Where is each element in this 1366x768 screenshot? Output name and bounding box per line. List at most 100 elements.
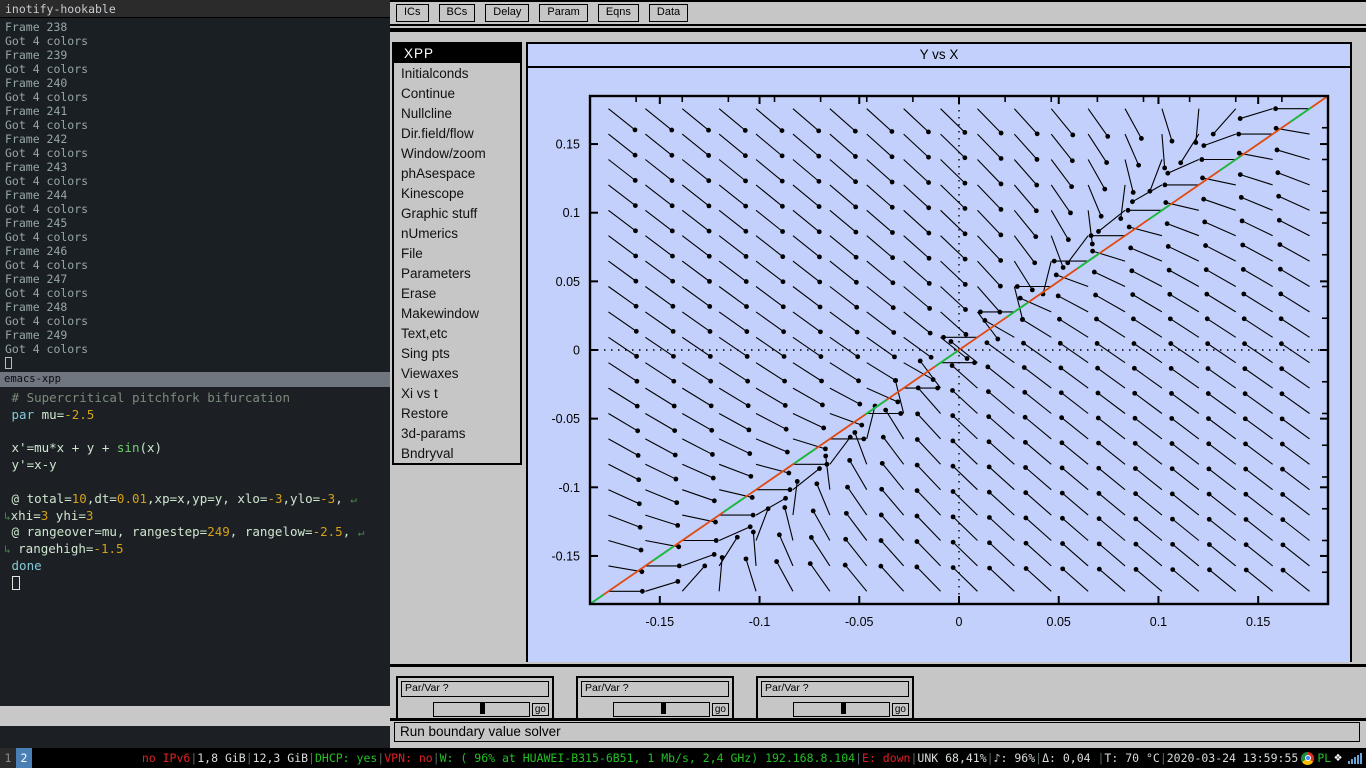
code-line: @ total=10,dt=0.01,xp=x,yp=y, xlo=-3,ylo… <box>11 490 357 506</box>
toolbar-button-bcs[interactable]: BCs <box>438 4 476 22</box>
status-item: E: down <box>862 751 911 765</box>
y-tick-label: -0.15 <box>552 549 581 563</box>
slider-go-button-3[interactable]: go <box>891 703 909 716</box>
slider-go-button-1[interactable]: go <box>531 703 549 716</box>
terminal-line: Frame 248 <box>5 300 68 314</box>
menu-item-xi-vs-t[interactable]: Xi vs t <box>394 383 520 403</box>
workspace-list[interactable]: 12 <box>0 748 32 768</box>
slider-track-3[interactable] <box>793 702 890 717</box>
menu-item-continue[interactable]: Continue <box>394 83 520 103</box>
signal-icon[interactable] <box>1348 752 1362 764</box>
status-separator: | <box>986 751 994 765</box>
menu-item-dir-field-flow[interactable]: Dir.field/flow <box>394 123 520 143</box>
menu-item-text-etc[interactable]: Text,etc <box>394 323 520 343</box>
xpp-window: ICs BCs Delay Param Eqns Data XPP Initialcond… <box>390 0 1366 748</box>
desktop-root: inotify-hookable Frame 238 Got 4 colors Fr… <box>0 0 1366 768</box>
menu-item-nullcline[interactable]: Nullcline <box>394 103 520 123</box>
menu-item-kinescope[interactable]: Kinescope <box>394 183 520 203</box>
status-separator: | <box>308 751 315 765</box>
y-tick-label: 0.05 <box>556 275 580 289</box>
code-line: x'=mu*x + y + sin(x) <box>11 440 163 456</box>
par-var-slider-2[interactable]: Par/Var ? go <box>576 676 734 720</box>
slider-thumb-2[interactable] <box>661 703 667 714</box>
slider-track-1[interactable] <box>433 702 530 717</box>
status-item: VPN: no <box>384 751 433 765</box>
terminal-line: Frame 247 <box>5 272 68 286</box>
terminal-window[interactable]: inotify-hookable Frame 238 Got 4 colors Fr… <box>0 0 390 372</box>
status-item: 1,8 GiB <box>197 751 246 765</box>
terminal-line: Frame 238 <box>5 20 68 34</box>
terminal-line: Got 4 colors <box>5 286 89 300</box>
menu-item-numerics[interactable]: nUmerics <box>394 223 520 243</box>
plot-background <box>528 68 1350 662</box>
menu-item-window-zoom[interactable]: Window/zoom <box>394 143 520 163</box>
plot-canvas[interactable]: -0.15 -0.1 -0.05 0 0.05 0.1 0.15 -0.15 -0.1 -0.05… <box>528 68 1350 662</box>
status-separator: | <box>245 751 253 765</box>
menu-item-list: Initialconds Continue Nullcline Dir.field/f… <box>394 63 520 463</box>
dropbox-icon[interactable]: ❖ <box>1334 748 1342 768</box>
par-var-input-2[interactable]: Par/Var ? <box>581 681 729 697</box>
par-var-slider-1[interactable]: Par/Var ? go <box>396 676 554 720</box>
terminal-line: Got 4 colors <box>5 62 89 76</box>
terminal-line: Got 4 colors <box>5 230 89 244</box>
menu-item-file[interactable]: File <box>394 243 520 263</box>
slider-thumb-1[interactable] <box>479 703 485 714</box>
code-line: y'=x-y <box>11 457 57 473</box>
toolbar-button-ics[interactable]: ICs <box>396 4 429 22</box>
emacs-buffer[interactable]: # Supercritical pitchfork bifurcation pa… <box>0 387 390 592</box>
status-item: Δ: 0,04 <box>1042 751 1098 765</box>
emacs-window[interactable]: emacs-xpp # Supercritical pitchfork bifu… <box>0 372 390 748</box>
menu-item-makewindow[interactable]: Makewindow <box>394 303 520 323</box>
code-line: ↳xhi=3 yhi=3 <box>4 507 94 523</box>
menu-item-erase[interactable]: Erase <box>394 283 520 303</box>
workspace-1[interactable]: 1 <box>0 748 16 768</box>
plot-svg[interactable]: -0.15 -0.1 -0.05 0 0.05 0.1 0.15 -0.15 -0.1 -0.05… <box>528 68 1350 662</box>
menu-item-bndryval[interactable]: Bndryval <box>394 443 520 463</box>
toolbar-button-eqns[interactable]: Eqns <box>597 4 639 22</box>
chrome-icon[interactable] <box>1301 751 1315 765</box>
workspace-2[interactable]: 2 <box>16 748 32 768</box>
par-var-input-1[interactable]: Par/Var ? <box>401 681 549 697</box>
x-tick-label: -0.05 <box>845 615 874 629</box>
code-line: done <box>11 557 42 573</box>
toolbar-button-delay[interactable]: Delay <box>485 4 530 22</box>
terminal-line: Got 4 colors <box>5 34 89 48</box>
status-separator: | <box>190 751 198 765</box>
par-var-slider-3[interactable]: Par/Var ? go <box>756 676 914 720</box>
plot-panel[interactable]: Y vs X -0.15 -0.1 -0.05 0 0.05 0.1 0.15 -0.15 -0… <box>526 42 1352 662</box>
terminal-line: Got 4 colors <box>5 146 89 160</box>
menu-item-phasespace[interactable]: phAsespace <box>394 163 520 183</box>
slider-track-2[interactable] <box>613 702 710 717</box>
toolbar-divider-2 <box>390 28 1366 32</box>
menu-item-viewaxes[interactable]: Viewaxes <box>394 363 520 383</box>
terminal-line: Got 4 colors <box>5 90 89 104</box>
status-item: 2020-03-24 13:59:55 <box>1166 751 1299 765</box>
menu-item-initialconds[interactable]: Initialconds <box>394 63 520 83</box>
slider-thumb-3[interactable] <box>841 703 847 714</box>
menu-item-restore[interactable]: Restore <box>394 403 520 423</box>
toolbar-button-param[interactable]: Param <box>539 4 588 22</box>
par-var-input-3[interactable]: Par/Var ? <box>761 681 909 697</box>
x-tick-label: 0.1 <box>1150 615 1167 629</box>
slider-row-2: go <box>581 702 729 717</box>
emacs-cursor <box>4 575 390 592</box>
system-status-bar: 12 no IPv6 | 1,8 GiB | 12,3 GiB | DHCP: yes | VP… <box>0 748 1366 768</box>
x-tick-label: 0.05 <box>1047 615 1071 629</box>
keyboard-layout-indicator[interactable]: PL <box>1317 748 1331 768</box>
menu-item-sing-pts[interactable]: Sing pts <box>394 343 520 363</box>
emacs-modeline: U:--- dynsys2d.ode Bot L883 Git:master (… <box>0 706 390 726</box>
status-separator: | <box>432 751 440 765</box>
status-item: DHCP: yes <box>314 751 378 765</box>
terminal-line: Frame 239 <box>5 48 68 62</box>
terminal-line: Frame 243 <box>5 160 68 174</box>
slider-go-button-2[interactable]: go <box>711 703 729 716</box>
status-item: W: ( 96% at HUAWEI-B315-6B51, 1 Mb/s, 2,… <box>439 751 856 765</box>
terminal-line: Frame 249 <box>5 328 68 342</box>
status-separator: | <box>1159 751 1167 765</box>
toolbar-button-data[interactable]: Data <box>648 4 689 22</box>
menu-item-graphic-stuff[interactable]: Graphic stuff <box>394 203 520 223</box>
menu-item-parameters[interactable]: Parameters <box>394 263 520 283</box>
menu-item-3d-params[interactable]: 3d-params <box>394 423 520 443</box>
menu-header: XPP <box>394 44 520 63</box>
